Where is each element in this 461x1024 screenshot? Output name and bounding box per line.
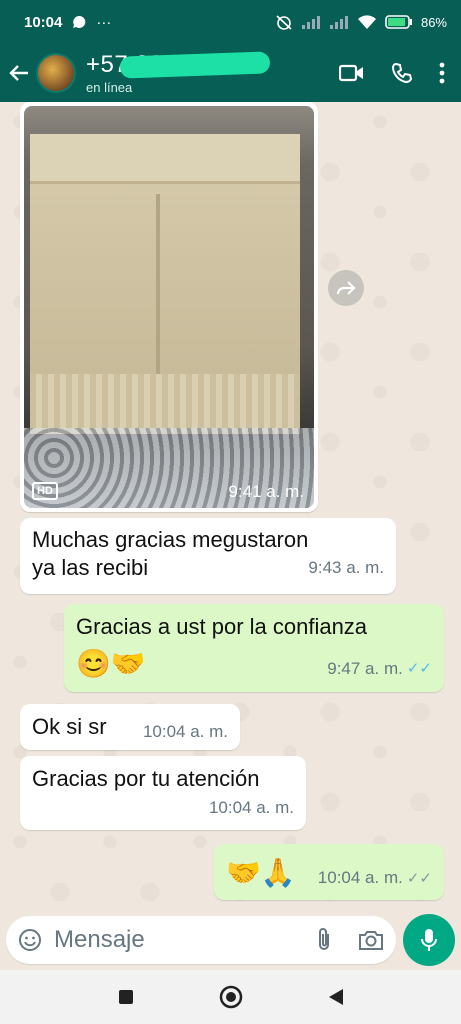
avatar[interactable] bbox=[36, 53, 76, 93]
delivered-ticks-icon: ✓✓ bbox=[406, 870, 432, 887]
recent-apps-icon[interactable] bbox=[117, 988, 135, 1006]
voice-message-button[interactable] bbox=[403, 914, 455, 966]
chat-notification-icon bbox=[73, 15, 86, 28]
message-text: ya las recibi bbox=[32, 555, 149, 580]
chat-area[interactable]: HD 9:41 a. m. Muchas gracias megustaron … bbox=[0, 102, 461, 910]
message-placeholder: Mensaje bbox=[54, 926, 145, 953]
outgoing-message[interactable]: 🤝🙏 10:04 a. m. ✓✓ bbox=[214, 844, 444, 900]
status-bar: 10:04 ··· 86% bbox=[0, 0, 461, 44]
garment-image bbox=[30, 134, 300, 434]
contact-status: en línea bbox=[86, 79, 133, 95]
signal-2-icon bbox=[329, 16, 348, 29]
message-time: 9:41 a. m. bbox=[228, 482, 304, 501]
status-time: 10:04 bbox=[24, 13, 63, 31]
battery-level: 86% bbox=[420, 14, 447, 30]
camera-icon[interactable] bbox=[358, 929, 384, 951]
outgoing-message[interactable]: Gracias a ust por la confianza 😊🤝 9:47 a… bbox=[64, 604, 444, 692]
incoming-message[interactable]: Gracias por tu atención 10:04 a. m. bbox=[20, 756, 306, 830]
alarm-off-icon bbox=[276, 15, 292, 30]
signal-icon bbox=[301, 16, 320, 29]
more-notifications-indicator: ··· bbox=[96, 13, 112, 31]
read-ticks-icon: ✓✓ bbox=[406, 660, 432, 677]
battery-icon bbox=[385, 15, 412, 29]
message-time: 10:04 a. m. bbox=[142, 722, 228, 741]
incoming-message[interactable]: Muchas gracias megustaron ya las recibi … bbox=[20, 518, 396, 594]
chat-header: +57 221750 en línea bbox=[0, 44, 461, 102]
incoming-message[interactable]: Ok si sr 10:04 a. m. bbox=[20, 704, 240, 750]
message-time: 10:04 a. m. bbox=[317, 868, 403, 887]
message-time: 9:47 a. m. bbox=[327, 659, 403, 678]
shorts-photo[interactable]: HD 9:41 a. m. bbox=[24, 106, 314, 508]
compose-bar: Mensaje bbox=[0, 910, 461, 970]
message-emoji: 🤝🙏 bbox=[226, 856, 296, 888]
contact-name: +57 221750 bbox=[86, 50, 339, 79]
hd-badge: HD bbox=[32, 482, 58, 500]
system-nav-bar bbox=[0, 970, 461, 1024]
emoji-icon[interactable] bbox=[18, 928, 42, 952]
paperclip-icon[interactable] bbox=[316, 927, 332, 953]
message-text: Ok si sr bbox=[32, 714, 107, 739]
wifi-icon bbox=[357, 15, 376, 29]
redaction-mark bbox=[119, 50, 271, 79]
video-call-icon[interactable] bbox=[339, 63, 365, 83]
message-time: 10:04 a. m. bbox=[208, 798, 294, 817]
forward-button[interactable] bbox=[328, 270, 364, 306]
back-nav-icon[interactable] bbox=[327, 987, 345, 1007]
message-text: Gracias por tu atención bbox=[32, 766, 260, 791]
contact-info[interactable]: +57 221750 en línea bbox=[86, 50, 339, 95]
forward-icon bbox=[336, 281, 356, 295]
message-emoji: 😊🤝 bbox=[76, 648, 146, 679]
arrow-left-icon bbox=[9, 65, 28, 81]
home-icon[interactable] bbox=[219, 985, 243, 1009]
microphone-icon bbox=[421, 929, 437, 951]
message-text: Gracias a ust por la confianza bbox=[76, 614, 368, 639]
image-message[interactable]: HD 9:41 a. m. bbox=[20, 102, 318, 512]
message-time: 9:43 a. m. bbox=[308, 558, 384, 577]
more-vert-icon[interactable] bbox=[439, 62, 445, 84]
phone-icon[interactable] bbox=[391, 62, 413, 84]
back-button[interactable] bbox=[2, 44, 36, 102]
message-input[interactable]: Mensaje bbox=[6, 916, 396, 964]
message-text: Muchas gracias megustaron bbox=[32, 527, 309, 552]
